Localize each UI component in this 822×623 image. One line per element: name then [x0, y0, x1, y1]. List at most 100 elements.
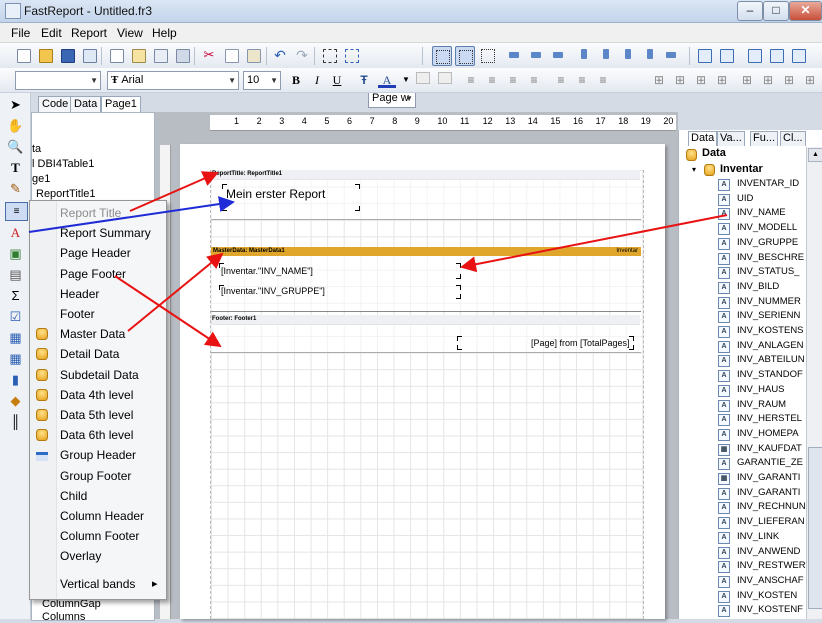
menu-item-group-footer[interactable]: Group Footer: [30, 466, 166, 486]
menu-item-header[interactable]: Header: [30, 284, 166, 304]
font-color-icon[interactable]: A: [378, 71, 396, 88]
inv-gruppe-memo[interactable]: [Inventar."INV_GRUPPE"]: [221, 286, 325, 296]
tree-item[interactable]: ReportTitle1: [36, 188, 96, 200]
text-justify-icon[interactable]: ≡: [525, 71, 543, 89]
checkbox-object-icon[interactable]: ☑: [7, 308, 24, 325]
center-vert-icon[interactable]: [619, 46, 637, 64]
new-icon[interactable]: [14, 46, 32, 64]
master-data-band[interactable]: [211, 256, 641, 311]
tree-item[interactable]: l DBI4Table1: [32, 158, 94, 170]
space-vert-icon[interactable]: [745, 46, 763, 64]
scroll-thumb[interactable]: [808, 447, 822, 609]
menu-file[interactable]: File: [11, 26, 30, 40]
align-to-grid-icon[interactable]: [455, 46, 475, 66]
ungroup-icon[interactable]: [342, 46, 360, 64]
menu-item-report-summary[interactable]: Report Summary: [30, 223, 166, 243]
tree-item[interactable]: ge1: [32, 173, 50, 185]
picture-object-icon[interactable]: ▣: [7, 245, 24, 262]
menu-item-page-footer[interactable]: Page Footer: [30, 264, 166, 284]
zoom-tool-icon[interactable]: 🔍: [7, 138, 24, 155]
frame-left-icon[interactable]: ⊞: [692, 71, 710, 89]
bold-button[interactable]: B: [287, 71, 305, 89]
frame-style-icon[interactable]: ⊞: [801, 71, 819, 89]
highlight-icon[interactable]: [414, 71, 432, 89]
menu-edit[interactable]: Edit: [41, 26, 62, 40]
inv-name-memo[interactable]: [Inventar."INV_NAME"]: [221, 266, 313, 276]
tab-functions[interactable]: Fu...: [750, 131, 779, 146]
barcode-object-icon[interactable]: ║: [7, 413, 24, 430]
space-horiz-icon[interactable]: [663, 46, 681, 64]
tab-variables[interactable]: Va...: [717, 131, 745, 146]
font-select[interactable]: Ŧ Arial ▼: [107, 71, 239, 90]
scroll-up-icon[interactable]: ▲: [808, 148, 822, 162]
menu-item-group-header[interactable]: Group Header: [30, 445, 166, 465]
align-middle-icon[interactable]: [597, 46, 615, 64]
font-size-select[interactable]: 10 ▼: [243, 71, 281, 90]
title-memo[interactable]: Mein erster Report: [226, 187, 325, 201]
font-color-dropdown-icon[interactable]: ▼: [397, 71, 415, 89]
frame-shadow-icon[interactable]: ⊞: [780, 71, 798, 89]
text-bottom-icon[interactable]: ≡: [594, 71, 612, 89]
menu-item-page-header[interactable]: Page Header: [30, 243, 166, 263]
data-root[interactable]: Data: [702, 147, 726, 159]
save-icon[interactable]: [58, 46, 76, 64]
menu-item-data-4th-level[interactable]: Data 4th level: [30, 385, 166, 405]
text-top-icon[interactable]: ≡: [552, 71, 570, 89]
dataset-name[interactable]: Inventar: [720, 163, 763, 175]
tab-page1[interactable]: Page1: [101, 96, 141, 112]
tab-code[interactable]: Code: [38, 96, 73, 112]
master-data-band-header[interactable]: MasterData: MasterData1 Inventar: [211, 247, 641, 256]
underline-button[interactable]: U: [328, 71, 346, 89]
collapse-icon[interactable]: ▾: [692, 165, 696, 174]
menu-item-data-6th-level[interactable]: Data 6th level: [30, 425, 166, 445]
copy-icon[interactable]: [222, 46, 240, 64]
open-icon[interactable]: [36, 46, 54, 64]
text-object-icon[interactable]: A: [7, 224, 24, 241]
tree-item[interactable]: Columns: [42, 611, 85, 623]
distribute-icon[interactable]: [767, 46, 785, 64]
align-bottom-icon[interactable]: [641, 46, 659, 64]
menu-item-child[interactable]: Child: [30, 486, 166, 506]
tab-classes[interactable]: Cl...: [780, 131, 806, 146]
maximize-button[interactable]: □: [763, 1, 789, 21]
group-icon[interactable]: [320, 46, 338, 64]
db-cross-tab-icon[interactable]: ▦: [7, 350, 24, 367]
format-painter-icon[interactable]: ✎: [7, 180, 24, 197]
font-settings-icon[interactable]: Ŧ: [355, 71, 373, 89]
menu-item-column-header[interactable]: Column Header: [30, 506, 166, 526]
align-right-icon[interactable]: [789, 46, 807, 64]
text-align-left-icon[interactable]: ≡: [462, 71, 480, 89]
frame-none-icon[interactable]: ⊞: [759, 71, 777, 89]
menu-report[interactable]: Report: [71, 26, 107, 40]
fit-to-grid-icon[interactable]: [478, 46, 496, 64]
select-tool-icon[interactable]: ➤: [7, 96, 24, 113]
field-list-scrollbar[interactable]: ▲: [806, 147, 822, 619]
new-page-icon[interactable]: [107, 46, 125, 64]
preview-icon[interactable]: [80, 46, 98, 64]
align-top-icon[interactable]: [575, 46, 593, 64]
same-height-icon[interactable]: [717, 46, 735, 64]
text-tool-icon[interactable]: T: [7, 159, 24, 176]
frame-right-icon[interactable]: ⊞: [713, 71, 731, 89]
show-grid-icon[interactable]: [432, 46, 452, 66]
menu-help[interactable]: Help: [152, 26, 177, 40]
menu-item-footer[interactable]: Footer: [30, 304, 166, 324]
tab-data[interactable]: Data: [70, 96, 102, 112]
menu-view[interactable]: View: [117, 26, 143, 40]
style-select[interactable]: ▼: [15, 71, 101, 90]
new-dialog-icon[interactable]: [129, 46, 147, 64]
undo-icon[interactable]: ↶: [271, 46, 289, 64]
menu-item-master-data[interactable]: Master Data: [30, 324, 166, 344]
text-middle-icon[interactable]: ≡: [573, 71, 591, 89]
page-settings-icon[interactable]: [173, 46, 191, 64]
menu-item-vertical-bands[interactable]: Vertical bands ▸: [30, 574, 166, 594]
close-button[interactable]: ✕: [789, 1, 822, 21]
rotation-icon[interactable]: [436, 71, 454, 89]
page-count-memo[interactable]: [Page] from [TotalPages]: [531, 338, 630, 348]
italic-button[interactable]: I: [308, 71, 326, 89]
delete-page-icon[interactable]: [151, 46, 169, 64]
frame-all-icon[interactable]: ⊞: [738, 71, 756, 89]
center-horiz-icon[interactable]: [550, 46, 568, 64]
text-align-center-icon[interactable]: ≡: [483, 71, 501, 89]
subreport-icon[interactable]: ▤: [7, 266, 24, 283]
